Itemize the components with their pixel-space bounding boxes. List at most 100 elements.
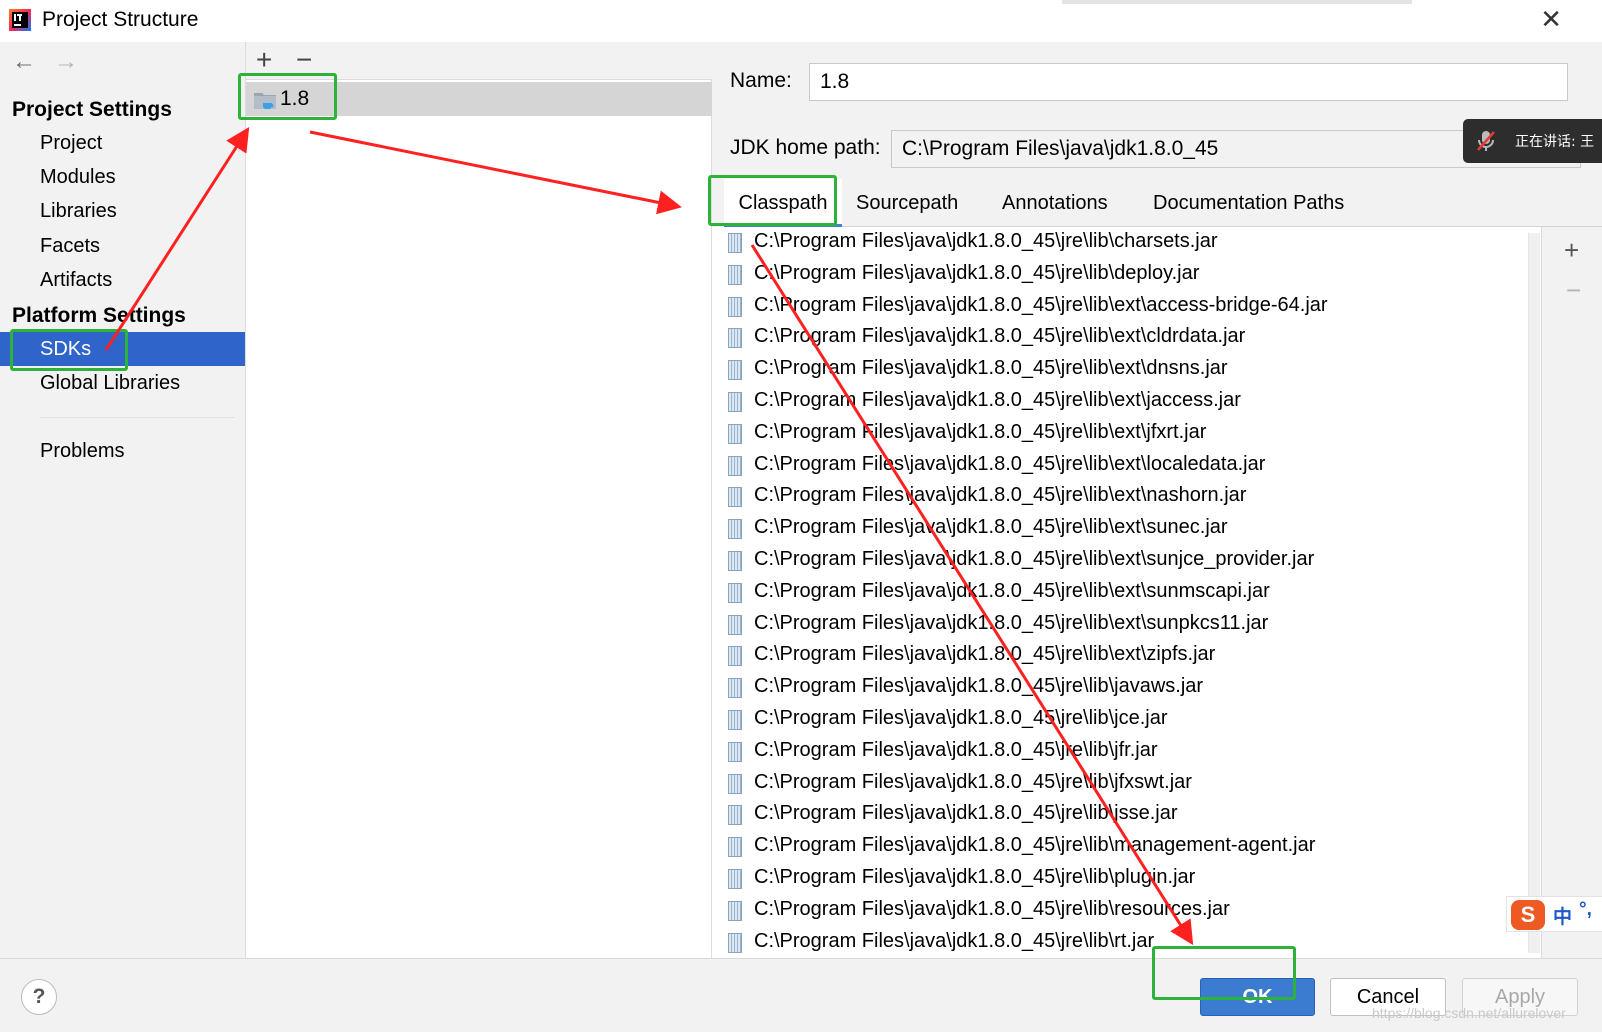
classpath-row[interactable]: C:\Program Files\java\jdk1.8.0_45\jre\li…	[712, 672, 1541, 704]
title-bar: Project Structure ✕	[0, 0, 1602, 42]
remove-sdk-button[interactable]: −	[296, 44, 312, 76]
classpath-row[interactable]: C:\Program Files\java\jdk1.8.0_45\jre\li…	[712, 291, 1541, 323]
classpath-toolbar: + −	[1542, 227, 1602, 958]
tab-annotations[interactable]: Annotations	[1002, 179, 1108, 227]
classpath-row[interactable]: C:\Program Files\java\jdk1.8.0_45\jre\li…	[712, 354, 1541, 386]
sidebar-item-facets[interactable]: Facets	[0, 229, 245, 263]
sidebar-item-problems[interactable]: Problems	[0, 434, 245, 468]
classpath-row[interactable]: C:\Program Files\java\jdk1.8.0_45\jre\li…	[712, 418, 1541, 450]
forward-arrow-icon[interactable]: →	[54, 48, 78, 76]
jar-icon	[728, 805, 742, 825]
jar-icon	[728, 615, 742, 635]
jar-icon	[728, 360, 742, 380]
sidebar-item-sdks[interactable]: SDKs	[0, 332, 245, 366]
classpath-row[interactable]: C:\Program Files\java\jdk1.8.0_45\jre\li…	[712, 513, 1541, 545]
tab-documentation-paths[interactable]: Documentation Paths	[1153, 179, 1344, 227]
muted-mic-icon	[1477, 131, 1495, 151]
sdk-list-toolbar: + −	[246, 42, 712, 80]
jar-icon	[728, 646, 742, 666]
watermark: https://blog.csdn.net/allurelover	[1372, 1005, 1566, 1021]
classpath-row[interactable]: C:\Program Files\java\jdk1.8.0_45\jre\li…	[712, 577, 1541, 609]
sidebar-item-artifacts[interactable]: Artifacts	[0, 263, 245, 297]
jar-icon	[728, 901, 742, 921]
settings-sidebar: ← → Project Settings Project Modules Lib…	[0, 42, 245, 958]
sidebar-item-libraries[interactable]: Libraries	[0, 194, 245, 228]
classpath-row[interactable]: C:\Program Files\java\jdk1.8.0_45\jre\li…	[712, 450, 1541, 482]
classpath-row[interactable]: C:\Program Files\java\jdk1.8.0_45\jre\li…	[712, 545, 1541, 577]
tab-sourcepath[interactable]: Sourcepath	[856, 179, 958, 227]
help-icon[interactable]: ?	[21, 979, 57, 1015]
classpath-path: C:\Program Files\java\jdk1.8.0_45\jre\li…	[754, 421, 1207, 443]
classpath-path: C:\Program Files\java\jdk1.8.0_45\jre\li…	[754, 675, 1204, 697]
sdk-name-input[interactable]: 1.8	[809, 63, 1568, 101]
sdk-tabs: Classpath Sourcepath Annotations Documen…	[724, 179, 1602, 227]
classpath-row[interactable]: C:\Program Files\java\jdk1.8.0_45\jre\li…	[712, 768, 1541, 800]
jar-icon	[728, 297, 742, 317]
classpath-path: C:\Program Files\java\jdk1.8.0_45\jre\li…	[754, 580, 1270, 602]
platform-settings-header: Platform Settings	[12, 304, 186, 327]
jar-icon	[728, 551, 742, 571]
classpath-path: C:\Program Files\java\jdk1.8.0_45\jre\li…	[754, 771, 1192, 793]
classpath-path: C:\Program Files\java\jdk1.8.0_45\jre\li…	[754, 612, 1269, 634]
jar-icon	[728, 392, 742, 412]
background-window-edge	[1062, 0, 1412, 4]
classpath-list[interactable]: C:\Program Files\java\jdk1.8.0_45\jre\li…	[712, 227, 1542, 958]
jdk-home-path-label: JDK home path:	[730, 136, 881, 159]
sidebar-divider	[40, 417, 235, 418]
classpath-row[interactable]: C:\Program Files\java\jdk1.8.0_45\jre\li…	[712, 927, 1541, 958]
sidebar-item-global-libraries[interactable]: Global Libraries	[0, 366, 245, 400]
classpath-row[interactable]: C:\Program Files\java\jdk1.8.0_45\jre\li…	[712, 704, 1541, 736]
classpath-row[interactable]: C:\Program Files\java\jdk1.8.0_45\jre\li…	[712, 895, 1541, 927]
jar-icon	[728, 456, 742, 476]
intellij-app-icon	[9, 9, 31, 31]
speaking-notification-text: 正在讲话: 王	[1515, 134, 1595, 150]
ok-button[interactable]: OK	[1200, 978, 1315, 1016]
jar-icon	[728, 869, 742, 889]
classpath-row[interactable]: C:\Program Files\java\jdk1.8.0_45\jre\li…	[712, 227, 1541, 259]
sogou-ime-icon[interactable]: S	[1511, 900, 1545, 930]
classpath-row[interactable]: C:\Program Files\java\jdk1.8.0_45\jre\li…	[712, 640, 1541, 672]
classpath-path: C:\Program Files\java\jdk1.8.0_45\jre\li…	[754, 325, 1246, 347]
back-arrow-icon[interactable]: ←	[12, 48, 36, 76]
classpath-scrollbar[interactable]	[1528, 233, 1540, 953]
jar-icon	[728, 678, 742, 698]
classpath-row[interactable]: C:\Program Files\java\jdk1.8.0_45\jre\li…	[712, 736, 1541, 768]
jar-icon	[728, 233, 742, 253]
classpath-row[interactable]: C:\Program Files\java\jdk1.8.0_45\jre\li…	[712, 863, 1541, 895]
classpath-row[interactable]: C:\Program Files\java\jdk1.8.0_45\jre\li…	[712, 831, 1541, 863]
classpath-path: C:\Program Files\java\jdk1.8.0_45\jre\li…	[754, 484, 1247, 506]
classpath-path: C:\Program Files\java\jdk1.8.0_45\jre\li…	[754, 866, 1196, 888]
sdk-list-item[interactable]: 1.8	[246, 82, 712, 116]
classpath-row[interactable]: C:\Program Files\java\jdk1.8.0_45\jre\li…	[712, 609, 1541, 641]
jar-icon	[728, 487, 742, 507]
classpath-path: C:\Program Files\java\jdk1.8.0_45\jre\li…	[754, 707, 1168, 729]
classpath-path: C:\Program Files\java\jdk1.8.0_45\jre\li…	[754, 294, 1328, 316]
project-settings-header: Project Settings	[12, 98, 172, 121]
jar-icon	[728, 583, 742, 603]
ime-punctuation-indicator[interactable]: °,	[1579, 899, 1592, 921]
sdk-detail-panel: Name: 1.8 JDK home path: C:\Program File…	[712, 42, 1602, 958]
close-icon[interactable]: ✕	[1540, 4, 1562, 35]
classpath-row[interactable]: C:\Program Files\java\jdk1.8.0_45\jre\li…	[712, 259, 1541, 291]
classpath-row[interactable]: C:\Program Files\java\jdk1.8.0_45\jre\li…	[712, 322, 1541, 354]
classpath-row[interactable]: C:\Program Files\java\jdk1.8.0_45\jre\li…	[712, 799, 1541, 831]
add-classpath-button[interactable]: +	[1564, 235, 1579, 266]
name-label: Name:	[730, 69, 792, 92]
classpath-path: C:\Program Files\java\jdk1.8.0_45\jre\li…	[754, 898, 1230, 920]
classpath-path: C:\Program Files\java\jdk1.8.0_45\jre\li…	[754, 357, 1228, 379]
ime-toolbar[interactable]: S 中 °,	[1506, 896, 1602, 932]
ime-mode-indicator[interactable]: 中	[1553, 902, 1572, 929]
sidebar-item-modules[interactable]: Modules	[0, 160, 245, 194]
sidebar-item-project[interactable]: Project	[0, 126, 245, 160]
classpath-path: C:\Program Files\java\jdk1.8.0_45\jre\li…	[754, 389, 1241, 411]
jar-icon	[728, 774, 742, 794]
classpath-row[interactable]: C:\Program Files\java\jdk1.8.0_45\jre\li…	[712, 481, 1541, 513]
classpath-path: C:\Program Files\java\jdk1.8.0_45\jre\li…	[754, 739, 1158, 761]
classpath-row[interactable]: C:\Program Files\java\jdk1.8.0_45\jre\li…	[712, 386, 1541, 418]
speaking-notification: 正在讲话: 王	[1463, 119, 1602, 163]
remove-classpath-button[interactable]: −	[1566, 275, 1581, 306]
jar-icon	[728, 265, 742, 285]
add-sdk-button[interactable]: +	[256, 44, 272, 76]
tab-classpath[interactable]: Classpath	[724, 179, 842, 227]
jar-icon	[728, 519, 742, 539]
